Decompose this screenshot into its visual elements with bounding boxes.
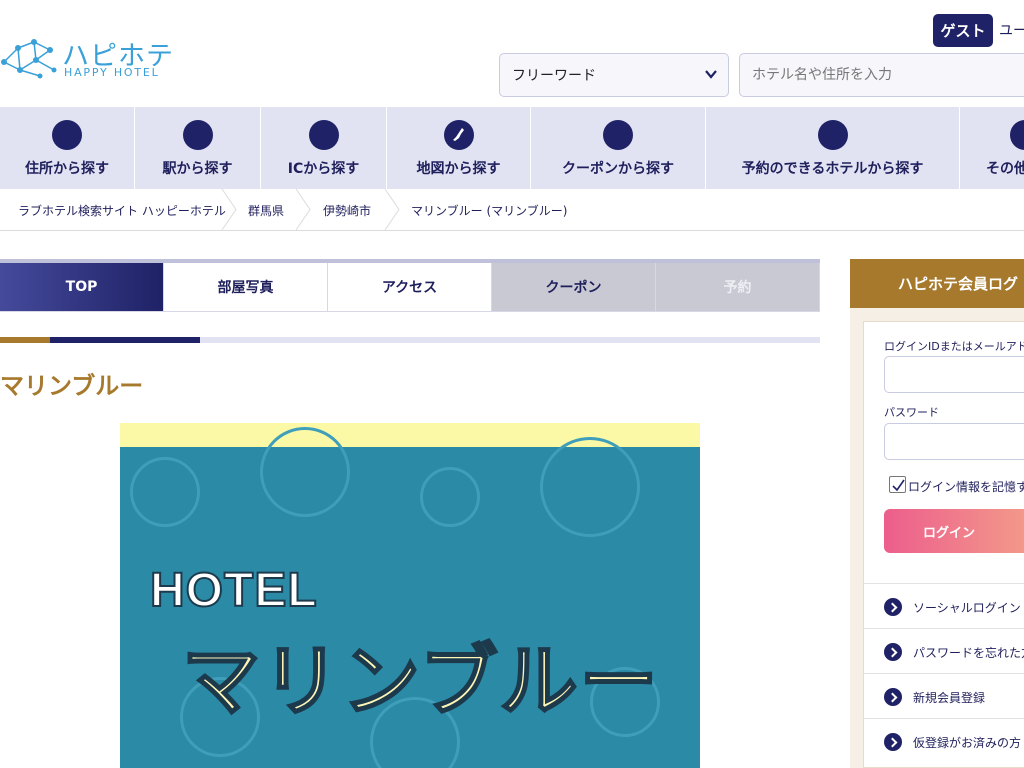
search-mode-value: フリーワード	[512, 68, 596, 84]
nav-item-label: 予約のできるホテルから探す	[741, 161, 924, 177]
nav-item-coupon[interactable]: クーポンから探す	[531, 107, 706, 189]
remember-checkbox[interactable]	[889, 476, 906, 493]
other-icon	[1010, 120, 1024, 150]
arrow-right-icon	[884, 643, 902, 661]
login-id-label: ログインIDまたはメールアドレ	[884, 340, 1024, 353]
nav-item-other[interactable]: その他	[960, 107, 1024, 189]
social-login-link[interactable]: ソーシャルログイン	[863, 583, 1024, 628]
search-mode-select[interactable]: フリーワード	[499, 53, 729, 97]
login-panel-title: ハピホテ会員ログ	[850, 259, 1024, 308]
breadcrumb-separator-icon	[384, 189, 400, 230]
nav-item-ic[interactable]: ICから探す	[261, 107, 387, 189]
register-link[interactable]: 新規会員登録	[863, 673, 1024, 718]
link-label: 仮登録がお済みの方	[913, 736, 1022, 750]
image-text-hotel: HOTEL	[149, 563, 318, 618]
breadcrumb-item-home[interactable]: ラブホテル検索サイト ハッピーホテル	[18, 202, 226, 219]
breadcrumb-separator-icon	[221, 189, 237, 230]
section-indicator	[0, 337, 820, 343]
arrow-right-icon	[884, 733, 902, 751]
check-icon	[892, 479, 905, 492]
link-label: ソーシャルログイン	[913, 601, 1021, 615]
link-label: 新規会員登録	[913, 691, 986, 705]
nav-item-label: その他	[986, 161, 1024, 177]
search-input[interactable]	[739, 53, 1024, 97]
guest-badge[interactable]: ゲスト	[933, 14, 993, 47]
arrow-right-icon	[884, 598, 902, 616]
password-label: パスワード	[884, 406, 939, 419]
breadcrumb-item-hotel: マリンブルー (マリンブルー)	[411, 204, 568, 218]
hotel-name-title: マリンブルー	[0, 372, 144, 400]
tab-reservation: 予約	[656, 263, 820, 312]
site-logo[interactable]: ハピホテ HAPPY HOTEL	[0, 36, 175, 82]
nav-item-address[interactable]: 住所から探す	[0, 107, 135, 189]
hotel-main-image[interactable]: HOTEL マリンブルー	[120, 423, 700, 768]
arrow-right-icon	[884, 688, 902, 706]
chevron-down-icon	[705, 70, 717, 79]
highway-icon	[308, 120, 339, 150]
logo-network-icon	[1, 39, 57, 79]
main-nav: 住所から探す 駅から探す ICから探す 地図から探す クーポンから探す 予約ので…	[0, 107, 1024, 189]
nav-item-label: クーポンから探す	[562, 161, 674, 177]
logo-text-en: HAPPY HOTEL	[64, 66, 160, 79]
password-field[interactable]	[884, 423, 1024, 460]
login-button[interactable]: ログイン	[884, 509, 1024, 553]
nav-item-label: ICから探す	[287, 161, 360, 177]
login-id-field[interactable]	[884, 356, 1024, 393]
provisional-registered-link[interactable]: 仮登録がお済みの方	[863, 718, 1024, 763]
station-icon	[182, 120, 213, 150]
japan-map-icon	[443, 120, 474, 150]
coupon-icon	[603, 120, 633, 150]
nav-item-map[interactable]: 地図から探す	[387, 107, 531, 189]
forgot-password-link[interactable]: パスワードを忘れた方	[863, 628, 1024, 673]
breadcrumb-item-city[interactable]: 伊勢崎市	[323, 202, 371, 219]
breadcrumb: ラブホテル検索サイト ハッピーホテル 群馬県 伊勢崎市 マリンブルー (マリンブ…	[0, 189, 1024, 231]
tab-coupon[interactable]: クーポン	[492, 263, 656, 312]
nav-item-label: 駅から探す	[162, 161, 233, 177]
breadcrumb-item-prefecture[interactable]: 群馬県	[248, 202, 284, 219]
link-label: パスワードを忘れた方	[913, 646, 1024, 660]
nav-item-label: 地図から探す	[416, 161, 501, 177]
tab-access[interactable]: アクセス	[328, 263, 492, 312]
breadcrumb-separator-icon	[295, 189, 311, 230]
nav-item-station[interactable]: 駅から探す	[135, 107, 261, 189]
tab-top[interactable]: TOP	[0, 263, 164, 312]
remember-label: ログイン情報を記憶す	[908, 480, 1024, 494]
nav-item-label: 住所から探す	[25, 161, 109, 177]
image-text-name: マリンブルー	[181, 636, 660, 727]
address-icon	[52, 120, 82, 150]
nav-item-reservable[interactable]: 予約のできるホテルから探す	[706, 107, 960, 189]
tab-room-photos[interactable]: 部屋写真	[164, 263, 328, 312]
user-menu-text[interactable]: ユー	[999, 20, 1024, 40]
reservation-icon	[817, 120, 848, 150]
